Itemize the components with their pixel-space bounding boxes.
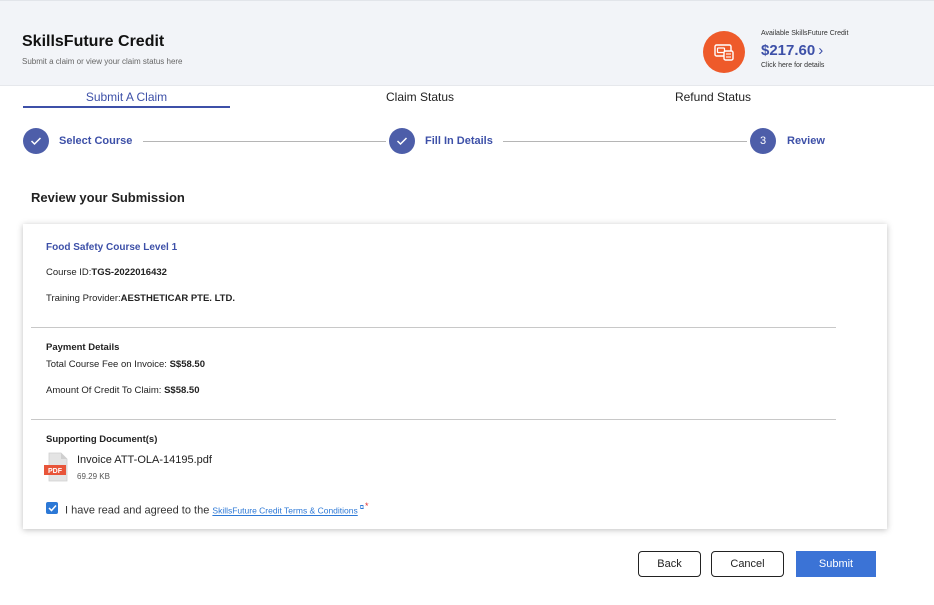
- credit-wallet-icon: [703, 31, 745, 73]
- provider-value: AESTHETICAR PTE. LTD.: [120, 293, 235, 304]
- review-title: Review your Submission: [31, 190, 185, 205]
- fee-value: S$58.50: [169, 359, 205, 370]
- file-size: 69.29 KB: [77, 472, 110, 481]
- credit-amount-value: $217.60: [761, 42, 816, 59]
- chevron-right-icon: ›: [818, 42, 824, 59]
- course-id-row: Course ID:TGS-2022016432: [46, 267, 167, 278]
- course-id-label: Course ID:: [46, 267, 92, 278]
- fee-label: Total Course Fee on Invoice:: [46, 359, 167, 370]
- provider-row: Training Provider:AESTHETICAR PTE. LTD.: [46, 293, 235, 304]
- divider: [31, 327, 836, 328]
- step-3-number: 3: [750, 128, 776, 154]
- pdf-icon-label: PDF: [48, 468, 63, 475]
- tab-refund-status[interactable]: Refund Status: [618, 90, 808, 104]
- agree-text: I have read and agreed to the: [65, 504, 210, 517]
- back-button[interactable]: Back: [638, 551, 701, 577]
- page-title: SkillsFuture Credit: [22, 33, 165, 50]
- terms-link[interactable]: SkillsFuture Credit Terms & Conditions: [212, 506, 357, 516]
- provider-label: Training Provider:: [46, 293, 121, 304]
- submit-button[interactable]: Submit: [796, 551, 876, 577]
- active-tab-indicator: [23, 106, 230, 108]
- file-name[interactable]: Invoice ATT-OLA-14195.pdf: [77, 454, 212, 466]
- step-connector: [143, 141, 386, 142]
- payment-heading: Payment Details: [46, 342, 120, 353]
- credit-label: Available SkillsFuture Credit: [761, 30, 849, 37]
- divider: [31, 419, 836, 420]
- docs-heading: Supporting Document(s): [46, 434, 158, 445]
- fee-row: Total Course Fee on Invoice: S$58.50: [46, 359, 205, 370]
- claim-label: Amount Of Credit To Claim:: [46, 385, 162, 396]
- tab-claim-status[interactable]: Claim Status: [330, 90, 510, 104]
- step-1-check-icon: [23, 128, 49, 154]
- course-name: Food Safety Course Level 1: [46, 242, 178, 253]
- tab-submit-claim[interactable]: Submit A Claim: [23, 90, 230, 104]
- cancel-button[interactable]: Cancel: [711, 551, 784, 577]
- step-3-label: Review: [787, 135, 825, 147]
- terms-agreement: I have read and agreed to the SkillsFutu…: [65, 501, 369, 517]
- review-card: Food Safety Course Level 1 Course ID:TGS…: [23, 224, 887, 529]
- step-2-check-icon: [389, 128, 415, 154]
- external-link-icon: ⧉: [359, 505, 365, 511]
- course-id-value: TGS-2022016432: [91, 267, 167, 278]
- page-subtitle: Submit a claim or view your claim status…: [22, 57, 183, 66]
- page-header: SkillsFuture Credit Submit a claim or vi…: [0, 0, 934, 86]
- terms-checkbox[interactable]: [46, 502, 58, 514]
- required-asterisk: *: [365, 501, 369, 511]
- step-connector: [503, 141, 747, 142]
- step-2-label: Fill In Details: [425, 135, 493, 147]
- credit-amount-link[interactable]: $217.60 ›: [761, 42, 823, 59]
- claim-row: Amount Of Credit To Claim: S$58.50: [46, 385, 200, 396]
- claim-value: S$58.50: [164, 385, 200, 396]
- step-1-label: Select Course: [59, 135, 133, 147]
- credit-details-link[interactable]: Click here for details: [761, 62, 824, 69]
- pdf-file-icon[interactable]: PDF: [44, 452, 70, 482]
